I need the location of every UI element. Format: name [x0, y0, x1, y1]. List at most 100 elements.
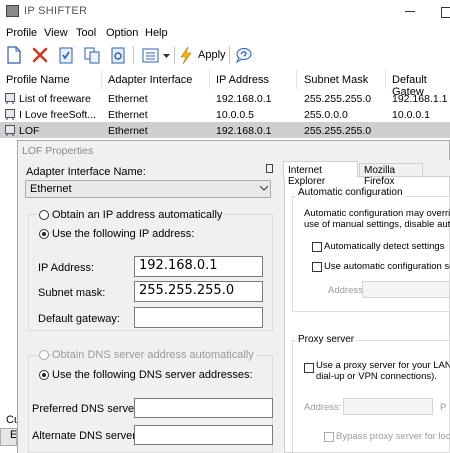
cell-profile-name: List of freeware	[19, 93, 91, 105]
menu-view[interactable]: View	[44, 27, 68, 39]
ip-auto-label[interactable]: Obtain an IP address automatically	[52, 209, 225, 221]
apply-button[interactable]: Apply	[180, 45, 226, 65]
lightning-icon	[180, 46, 192, 64]
adapter-name-label: Adapter Interface Name:	[26, 166, 146, 178]
column-divider[interactable]	[101, 70, 102, 89]
copy-icon	[84, 47, 99, 63]
cell-profile-name: LOF	[19, 125, 40, 137]
bypass-proxy-checkbox[interactable]	[324, 432, 334, 442]
minimize-button[interactable]	[405, 6, 416, 16]
network-profile-icon	[5, 109, 15, 120]
dns-manual-radio[interactable]	[39, 370, 49, 380]
refresh-button[interactable]	[107, 44, 129, 66]
script-address-label: Address	[328, 285, 363, 296]
app-icon	[6, 5, 19, 17]
cell-adapter: Ethernet	[108, 125, 148, 137]
cell-subnet: 255.255.255.0	[304, 93, 372, 105]
new-file-icon	[7, 46, 21, 64]
use-proxy-checkbox[interactable]	[304, 363, 314, 373]
dns-auto-label[interactable]: Obtain DNS server address automatically	[52, 349, 256, 361]
alternate-dns-label: Alternate DNS server:	[32, 430, 139, 442]
cell-gateway: 192.168.1.1	[392, 93, 448, 105]
behind-combo: Et	[0, 428, 17, 446]
cell-adapter: Ethernet	[108, 109, 148, 121]
chevron-down-icon	[163, 54, 170, 58]
ip-manual-label[interactable]: Use the following IP address:	[52, 228, 194, 240]
tab-mozilla-firefox[interactable]: Mozilla Firefox	[359, 163, 423, 187]
auto-config-title: Automatic configuration	[296, 187, 405, 198]
copy-profile-button[interactable]	[81, 44, 103, 66]
adapter-select[interactable]: Ethernet	[25, 180, 271, 198]
toolbar-separator	[174, 46, 175, 64]
view-mode-button[interactable]	[139, 44, 161, 66]
cell-ip: 192.168.0.1	[216, 125, 272, 137]
cell-subnet: 255.255.255.0	[304, 125, 372, 137]
delete-profile-button[interactable]	[29, 44, 51, 66]
menu-help[interactable]: Help	[145, 27, 168, 39]
ip-address-label: IP Address:	[38, 262, 95, 274]
adapter-select-value: Ethernet	[30, 183, 72, 195]
column-divider[interactable]	[296, 70, 297, 89]
help-icon	[235, 48, 252, 63]
behind-combo-value: Et	[10, 429, 17, 441]
toolbar-separator	[133, 46, 134, 64]
subnet-mask-label: Subnet mask:	[38, 287, 106, 299]
auto-config-desc-2: use of manual settings, disable autom	[304, 219, 450, 230]
bypass-proxy-label[interactable]: Bypass proxy server for local	[336, 431, 450, 442]
use-proxy-label-1[interactable]: Use a proxy server for your LAN (Th	[316, 360, 450, 371]
tab-internet-explorer[interactable]: Internet Explorer	[283, 161, 358, 187]
column-ip-address[interactable]: IP Address	[216, 74, 269, 86]
maximize-button[interactable]	[441, 7, 450, 18]
pin-icon[interactable]	[266, 164, 273, 173]
ip-address-input[interactable]: 192.168.0.1	[134, 256, 263, 277]
menu-profile[interactable]: Profile	[6, 27, 37, 39]
preferred-dns-input[interactable]	[134, 398, 273, 418]
properties-icon	[59, 47, 73, 63]
dns-manual-label[interactable]: Use the following DNS server addresses:	[52, 369, 253, 381]
view-mode-dropdown[interactable]	[163, 50, 170, 62]
script-address-input[interactable]	[362, 281, 450, 298]
toolbar-separator	[229, 46, 230, 64]
properties-button[interactable]	[55, 44, 77, 66]
subnet-mask-input[interactable]: 255.255.255.0	[134, 281, 263, 302]
menu-option[interactable]: Option	[106, 27, 138, 39]
new-profile-button[interactable]	[3, 44, 25, 66]
cell-ip: 192.168.0.1	[216, 93, 272, 105]
auto-config-desc-1: Automatic configuration may override	[304, 208, 450, 219]
window-title: IP SHIFTER	[24, 5, 88, 17]
help-button[interactable]	[233, 44, 255, 66]
auto-detect-checkbox[interactable]	[312, 242, 322, 252]
column-subnet-mask[interactable]: Subnet Mask	[304, 74, 368, 86]
auto-detect-label[interactable]: Automatically detect settings	[324, 241, 444, 252]
cell-subnet: 255.0.0.0	[304, 109, 348, 121]
column-divider[interactable]	[385, 70, 386, 89]
dns-auto-radio[interactable]	[39, 350, 49, 360]
cell-gateway: 10.0.0.1	[392, 109, 430, 121]
chevron-down-icon	[260, 186, 268, 191]
menu-tool[interactable]: Tool	[76, 27, 96, 39]
cell-profile-name: I Love freeSoft...	[19, 109, 97, 121]
column-adapter-interface[interactable]: Adapter Interface	[108, 74, 192, 86]
ip-manual-radio[interactable]	[39, 229, 49, 239]
network-profile-icon	[5, 125, 15, 136]
list-view-icon	[142, 48, 158, 62]
refresh-icon	[111, 47, 125, 63]
cell-ip: 10.0.0.5	[216, 109, 254, 121]
column-divider[interactable]	[209, 70, 210, 89]
column-profile-name[interactable]: Profile Name	[6, 74, 70, 86]
cell-adapter: Ethernet	[108, 93, 148, 105]
alternate-dns-input[interactable]	[134, 425, 273, 445]
apply-label: Apply	[198, 49, 226, 61]
default-gateway-input[interactable]	[134, 307, 263, 328]
proxy-port-label: P	[440, 402, 447, 413]
proxy-title: Proxy server	[296, 334, 357, 345]
preferred-dns-label: Preferred DNS server:	[32, 403, 141, 415]
dialog-title: LOF Properties	[22, 145, 94, 157]
use-proxy-label-2: dial-up or VPN connections).	[316, 371, 437, 382]
proxy-address-input[interactable]	[343, 398, 433, 415]
delete-icon	[32, 47, 48, 63]
default-gateway-label: Default gateway:	[38, 313, 120, 325]
auto-script-checkbox[interactable]	[312, 262, 322, 272]
ip-auto-radio[interactable]	[39, 210, 49, 220]
auto-script-label[interactable]: Use automatic configuration scrip	[324, 261, 450, 272]
